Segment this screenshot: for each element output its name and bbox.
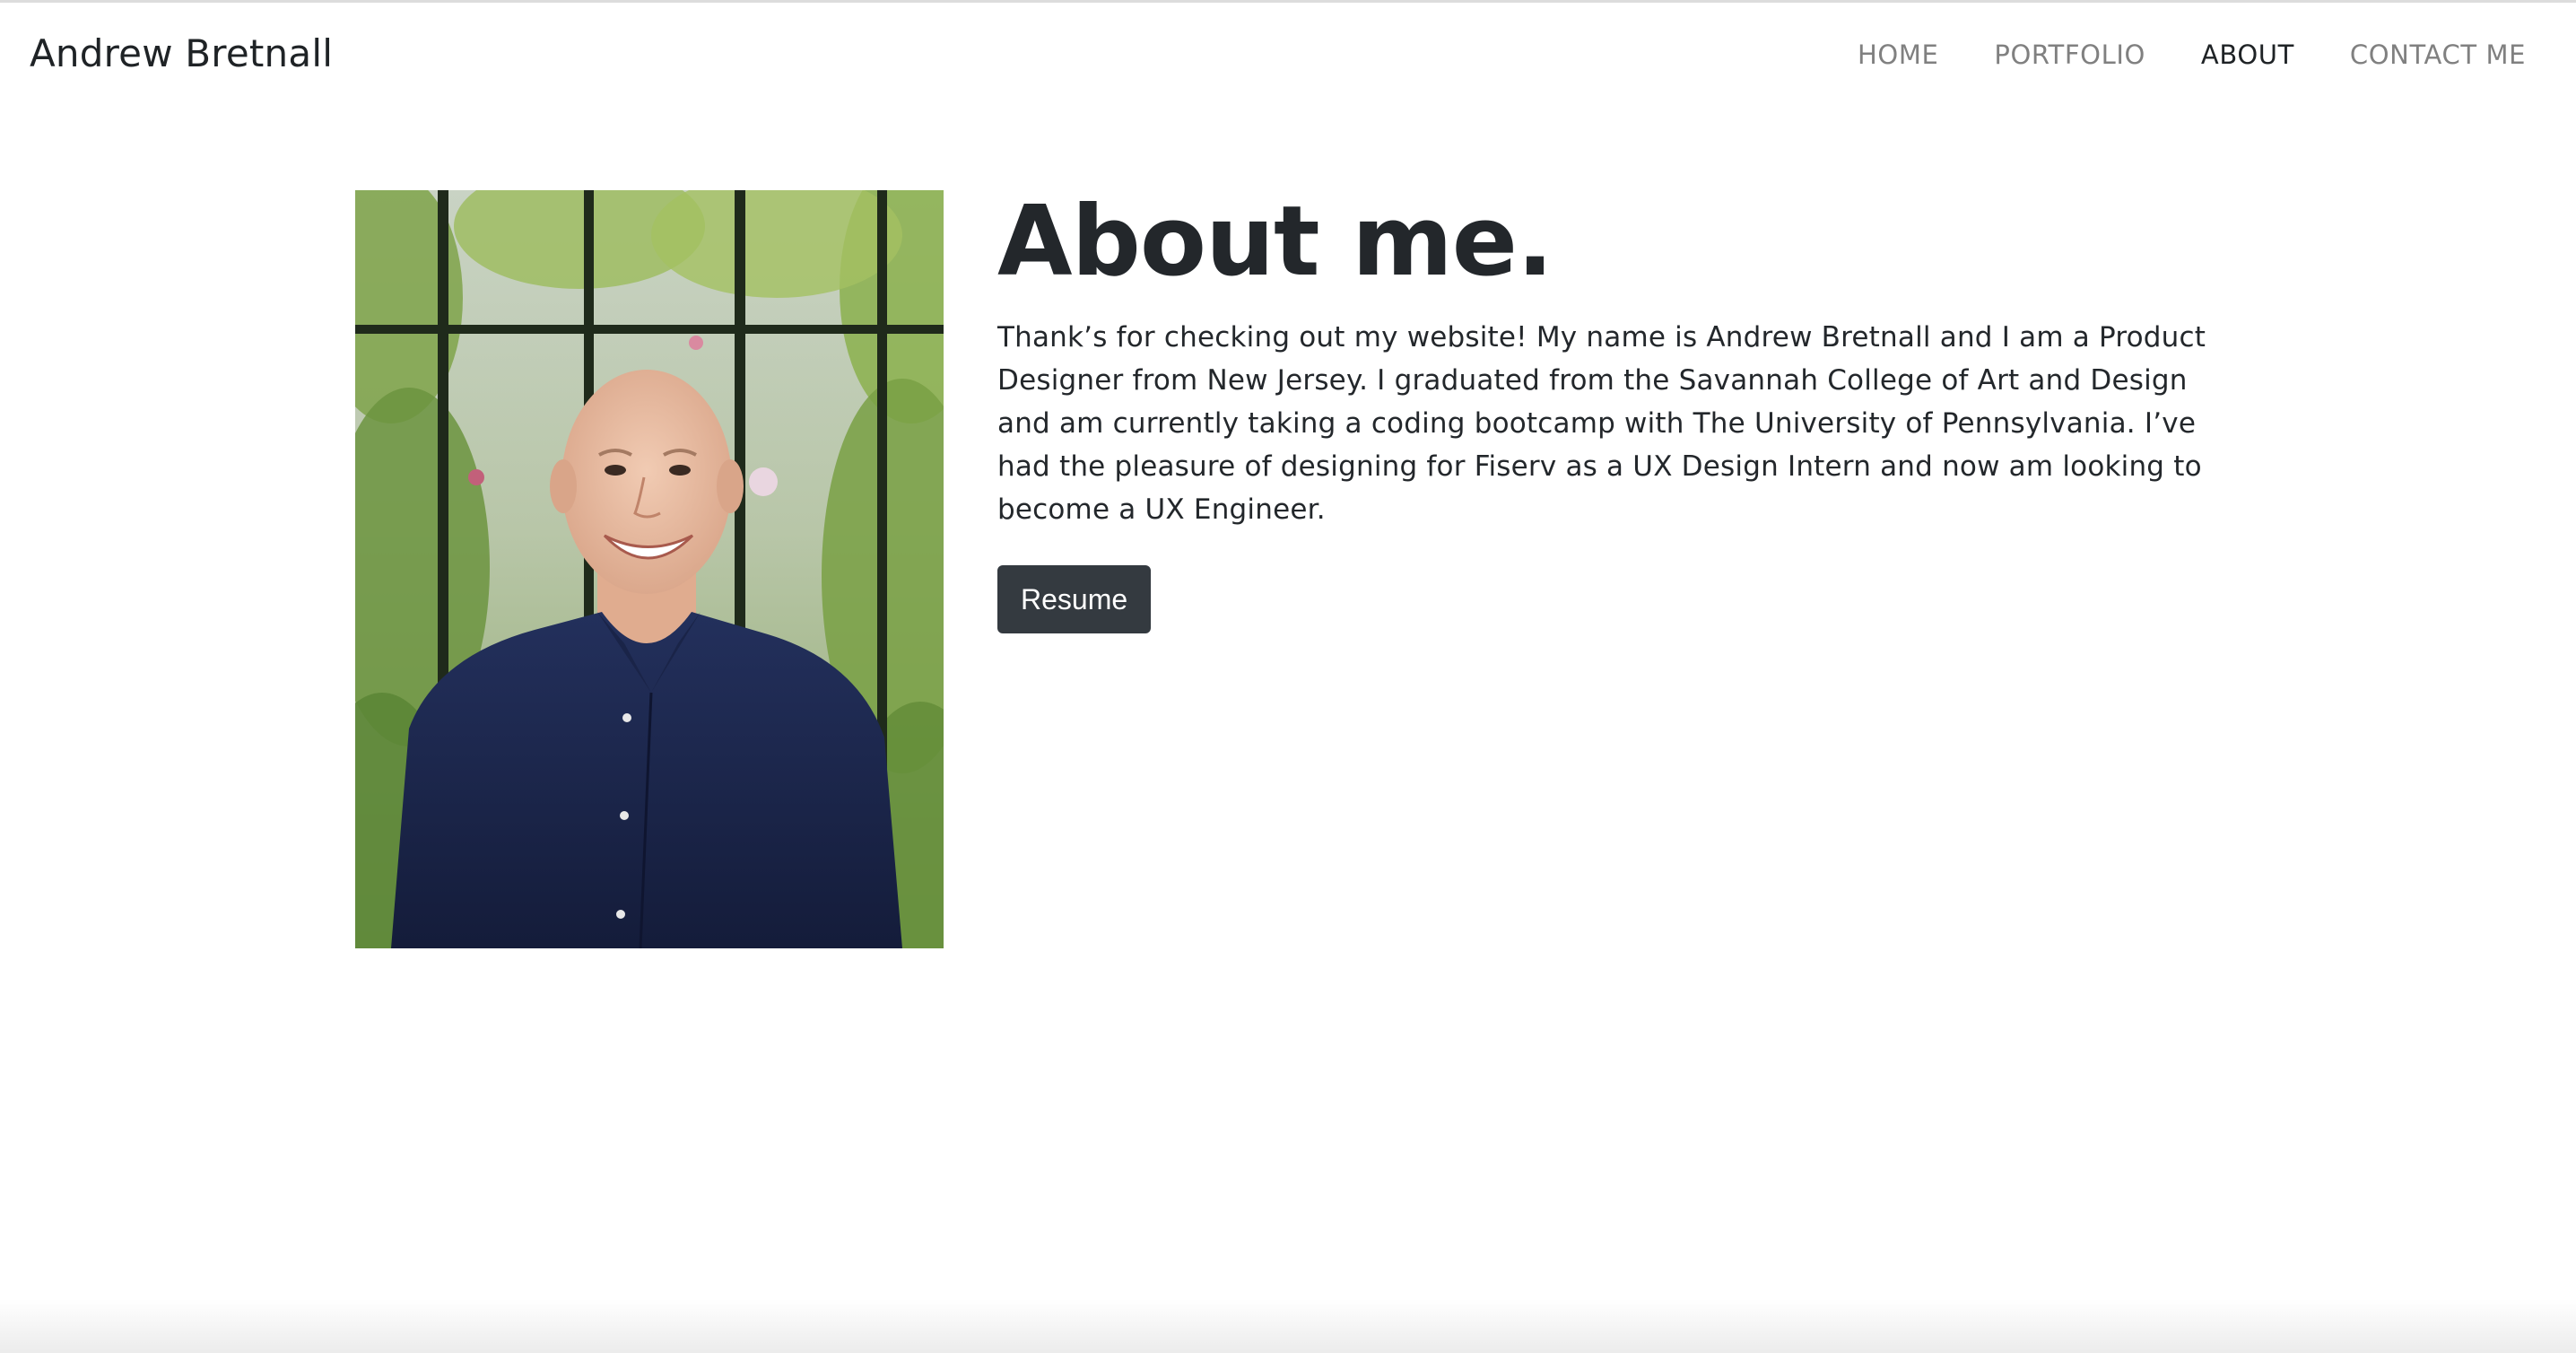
brand-link[interactable]: Andrew Bretnall — [30, 27, 333, 81]
navbar: Andrew Bretnall HOME PORTFOLIO ABOUT CON… — [0, 3, 2576, 101]
resume-button[interactable]: Resume — [997, 565, 1152, 633]
nav-link-portfolio[interactable]: PORTFOLIO — [1994, 39, 2145, 70]
page: Andrew Bretnall HOME PORTFOLIO ABOUT CON… — [0, 0, 2576, 1353]
nav-links: HOME PORTFOLIO ABOUT CONTACT ME — [1858, 35, 2526, 74]
nav-item-about: ABOUT — [2201, 35, 2294, 74]
nav-link-contact[interactable]: CONTACT ME — [2350, 39, 2526, 70]
about-paragraph: Thank’s for checking out my website! My … — [997, 321, 2206, 526]
nav-item-home: HOME — [1858, 35, 1938, 74]
nav-link-home[interactable]: HOME — [1858, 39, 1938, 70]
nav-link-about[interactable]: ABOUT — [2201, 39, 2294, 70]
portrait-photo — [355, 190, 944, 948]
nav-item-portfolio: PORTFOLIO — [1994, 35, 2145, 74]
about-section: About me. Thank’s for checking out my we… — [997, 184, 2235, 633]
nav-item-contact: CONTACT ME — [2350, 35, 2526, 74]
page-title: About me. — [997, 186, 1553, 298]
bottom-shadow — [0, 1299, 2576, 1353]
portrait-illustration — [355, 190, 944, 948]
